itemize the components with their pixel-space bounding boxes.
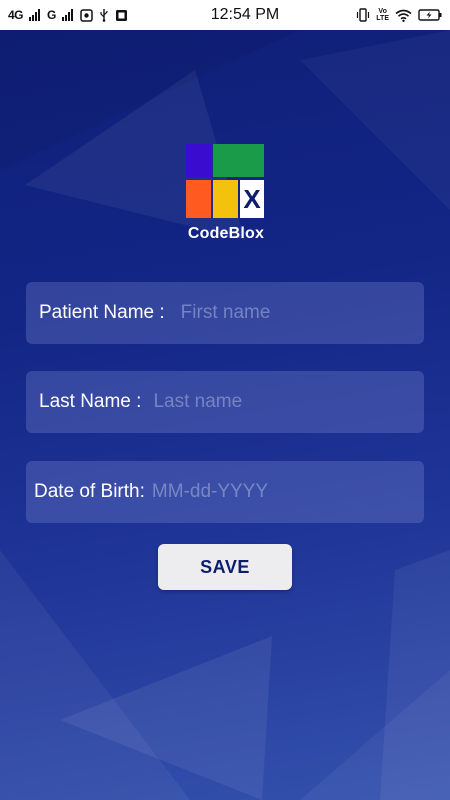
status-bar: 4G G 12:54 PM Vo LTE [0,0,450,30]
logo-block-white: X [240,180,264,218]
screenshot-icon [80,8,93,22]
signal-icon [29,9,41,21]
dob-field[interactable]: Date of Birth: [26,461,424,523]
logo-block-yellow [213,180,238,218]
battery-icon [418,9,442,21]
logo-block-orange [186,180,211,218]
logo-text: CodeBlox [187,225,265,242]
patient-name-label: Patient Name : [39,302,165,323]
status-right: Vo LTE [332,8,442,22]
network-type-label: 4G [8,8,24,22]
vibrate-icon [356,8,370,22]
network-indicator-2: G [47,8,56,22]
wifi-icon [395,9,412,22]
logo-blocks: X [186,144,264,219]
last-name-field[interactable]: Last Name : [26,371,424,433]
network-type-label-2: G [47,8,56,22]
logo-block-green [213,144,264,177]
last-name-label: Last Name : [39,391,142,412]
usb-icon [99,8,109,22]
codeblox-logo: X CodeBlox [186,144,266,243]
save-button[interactable]: SAVE [158,544,292,590]
logo-block-purple [186,144,211,177]
dob-input[interactable] [151,472,424,512]
status-left: 4G G [8,8,168,22]
volte-label-bottom: LTE [376,15,389,22]
first-name-input[interactable] [180,293,426,333]
status-time: 12:54 PM [210,6,280,23]
network-indicator: 4G [8,8,24,22]
volte-label-top: Vo [378,8,387,15]
app-screen: X CodeBlox Patient Name : Last Name : Da… [0,30,450,800]
notification-icon [115,9,128,22]
patient-name-field[interactable]: Patient Name : [26,282,426,344]
volte-icon: Vo LTE [376,8,389,22]
last-name-input[interactable] [153,382,424,422]
logo-x-letter: X [243,184,261,214]
dob-label: Date of Birth: [34,481,145,502]
signal-icon [61,9,74,21]
